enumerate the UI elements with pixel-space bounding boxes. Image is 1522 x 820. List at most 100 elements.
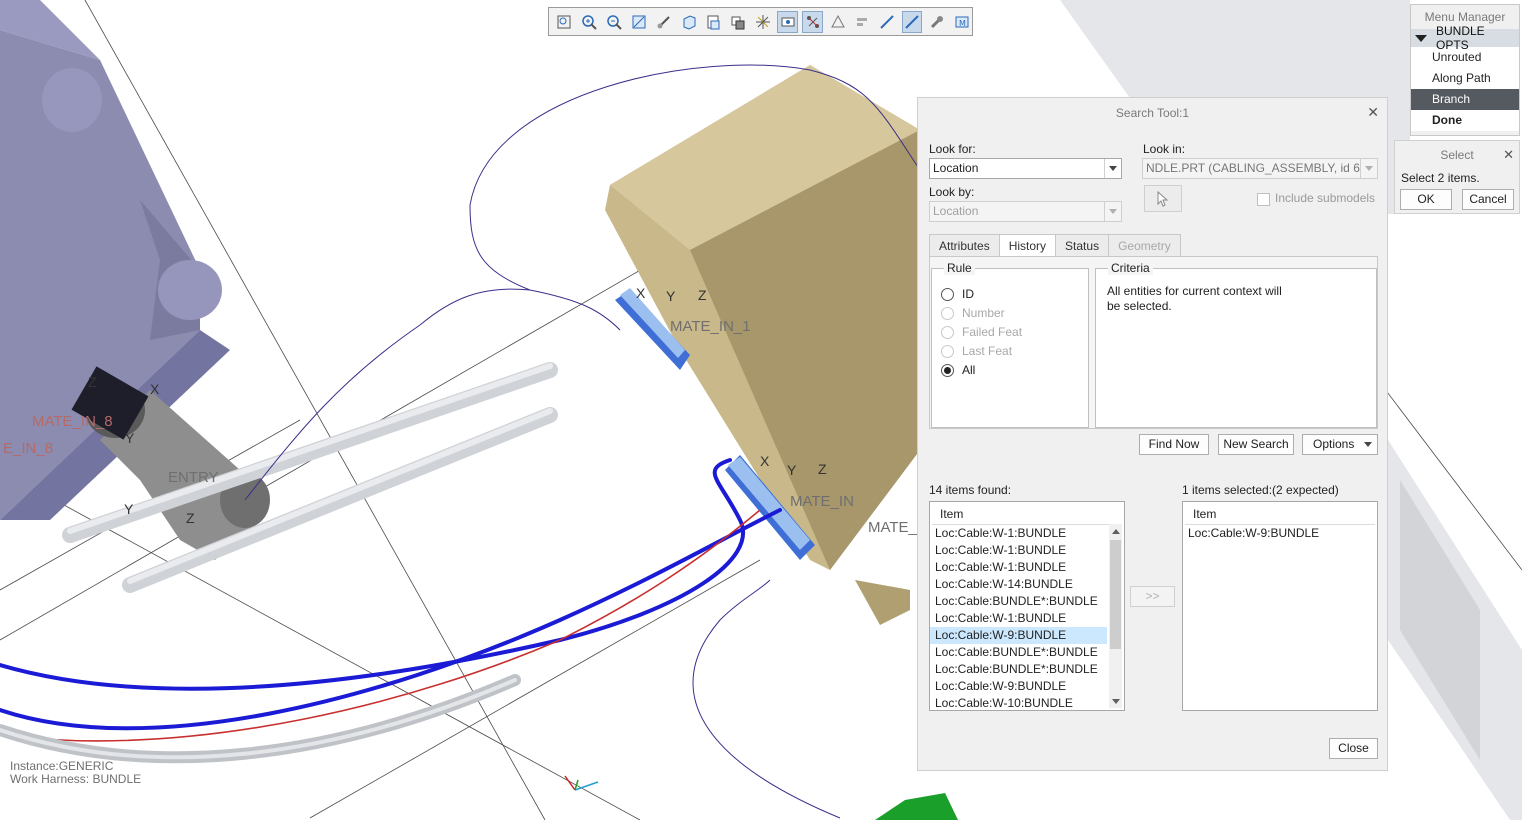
datum-display-button[interactable] xyxy=(753,11,774,33)
selected-items-list[interactable]: Item Loc:Cable:W-9:BUNDLE xyxy=(1182,501,1378,711)
csys-display-icon xyxy=(857,17,868,26)
tab-status[interactable]: Status xyxy=(1055,234,1110,257)
list-item[interactable]: Loc:Cable:W-9:BUNDLE xyxy=(930,627,1107,644)
list-item[interactable]: Loc:Cable:BUNDLE*:BUNDLE xyxy=(930,644,1107,661)
csys-display-button[interactable] xyxy=(852,11,873,33)
svg-text:M: M xyxy=(959,19,966,28)
refit-button[interactable] xyxy=(628,11,649,33)
list-item[interactable]: Loc:Cable:BUNDLE*:BUNDLE xyxy=(930,593,1107,610)
menu-item-along-path[interactable]: Along Path xyxy=(1411,68,1519,89)
look-in-label: Look in: xyxy=(1143,142,1186,156)
tab-history[interactable]: History xyxy=(998,234,1057,258)
list-item[interactable]: Loc:Cable:W-9:BUNDLE xyxy=(1183,525,1377,542)
annotation-display-button[interactable] xyxy=(802,10,824,33)
scroll-thumb[interactable] xyxy=(1110,540,1121,649)
list-item[interactable]: Loc:Cable:BUNDLE*:BUNDLE xyxy=(930,661,1107,678)
menu-item-branch[interactable]: Branch xyxy=(1411,89,1519,110)
include-submodels-checkbox[interactable] xyxy=(1257,193,1270,206)
zoom-in-icon xyxy=(582,14,597,30)
collapse-triangle-icon[interactable] xyxy=(1415,34,1427,42)
cancel-button[interactable]: Cancel xyxy=(1462,189,1514,210)
select-dialog: Select ✕ Select 2 items. OK Cancel xyxy=(1394,140,1520,214)
rule-id-radio[interactable]: ID xyxy=(941,285,974,303)
search-tool-dialog: Search Tool:1 ✕ Look for: Location Look … xyxy=(917,97,1388,771)
tab-attributes[interactable]: Attributes xyxy=(929,234,1000,257)
point-display-icon xyxy=(830,14,845,27)
list-item[interactable]: Loc:Cable:W-1:BUNDLE xyxy=(930,559,1107,576)
list-item[interactable]: Loc:Cable:W-1:BUNDLE xyxy=(930,525,1107,542)
chevron-down-icon[interactable] xyxy=(1104,159,1121,178)
cursor-arrow-icon xyxy=(1157,190,1169,207)
list-item[interactable]: Loc:Cable:W-14:BUNDLE xyxy=(930,576,1107,593)
annotation-display-icon xyxy=(806,15,819,28)
search-tool-title: Search Tool:1 xyxy=(1115,106,1190,120)
point-display-button[interactable] xyxy=(827,11,848,33)
tab-geometry[interactable]: Geometry xyxy=(1108,234,1181,257)
tan-housing xyxy=(605,65,920,625)
zoom-in-button[interactable] xyxy=(579,11,600,33)
close-button[interactable]: Close xyxy=(1329,738,1378,759)
repaint-icon xyxy=(657,15,670,28)
close-icon[interactable]: ✕ xyxy=(1367,104,1379,121)
display-style-button[interactable] xyxy=(728,11,749,33)
saved-views-button[interactable] xyxy=(703,11,724,33)
chevron-down-icon[interactable] xyxy=(1104,202,1121,221)
look-for-label: Look for: xyxy=(929,142,976,156)
plane-display-button[interactable] xyxy=(877,11,898,33)
curve-display-icon xyxy=(905,14,919,29)
look-in-value: NDLE.PRT (CABLING_ASSEMBLY, id 6375) xyxy=(1146,161,1378,175)
selected-item-header[interactable]: Item xyxy=(1185,504,1375,525)
rule-group: Rule ID Number Failed Feat Last Feat All xyxy=(931,261,1089,428)
curve-display-button[interactable] xyxy=(901,10,923,33)
rule-last-feat-radio[interactable]: Last Feat xyxy=(941,342,1012,360)
scroll-up-icon[interactable] xyxy=(1109,524,1122,538)
scroll-down-icon[interactable] xyxy=(1109,694,1122,708)
zoom-out-button[interactable] xyxy=(604,11,625,33)
found-rows: Loc:Cable:W-1:BUNDLE Loc:Cable:W-1:BUNDLE… xyxy=(930,525,1124,710)
rule-number-radio[interactable]: Number xyxy=(941,304,1005,322)
found-items-list[interactable]: Item Loc:Cable:W-1:BUNDLE Loc:Cable:W-1:B… xyxy=(929,501,1125,711)
find-now-button[interactable]: Find Now xyxy=(1139,434,1209,455)
close-icon[interactable]: ✕ xyxy=(1503,147,1514,163)
rule-failed-feat-radio[interactable]: Failed Feat xyxy=(941,323,1022,341)
items-found-label: 14 items found: xyxy=(929,483,1012,497)
list-item[interactable]: Loc:Cable:W-9:BUNDLE xyxy=(930,678,1107,695)
harness-display-button[interactable] xyxy=(926,11,947,33)
menu-manager: Menu Manager BUNDLE OPTS Unrouted Along … xyxy=(1410,4,1520,136)
csys3-x-label: X xyxy=(150,381,160,397)
pick-location-button[interactable] xyxy=(1144,185,1182,212)
list-item[interactable]: Loc:Cable:W-1:BUNDLE xyxy=(930,542,1107,559)
bundle-opts-header[interactable]: BUNDLE OPTS xyxy=(1411,24,1519,52)
rule-legend: Rule xyxy=(944,261,975,275)
new-search-button[interactable]: New Search xyxy=(1218,434,1294,455)
ok-button[interactable]: OK xyxy=(1400,189,1452,210)
look-in-select[interactable]: NDLE.PRT (CABLING_ASSEMBLY, id 6375) xyxy=(1142,158,1378,179)
graphics-toolbar: M xyxy=(548,7,973,36)
menu-item-done[interactable]: Done xyxy=(1411,110,1519,131)
criteria-text: All entities for current context will be… xyxy=(1107,284,1282,313)
found-item-header[interactable]: Item xyxy=(932,504,1122,525)
rule-all-radio[interactable]: All xyxy=(941,361,975,379)
repaint-button[interactable] xyxy=(653,11,674,33)
spin-center-button[interactable] xyxy=(777,10,799,33)
look-by-select[interactable]: Location xyxy=(929,201,1122,222)
axis-triad xyxy=(564,775,599,791)
selected-rows: Loc:Cable:W-9:BUNDLE xyxy=(1183,525,1377,542)
chevron-down-icon[interactable] xyxy=(1360,159,1377,178)
transfer-button[interactable]: >> xyxy=(1130,586,1175,607)
list-item[interactable]: Loc:Cable:W-1:BUNDLE xyxy=(930,610,1107,627)
zoom-window-button[interactable] xyxy=(554,11,575,33)
3d-notes-button[interactable]: M xyxy=(951,11,972,33)
csys4-z-label: Z xyxy=(186,510,195,526)
view-orientation-button[interactable] xyxy=(678,11,699,33)
csys-y-label: Y xyxy=(666,288,676,304)
options-button[interactable]: Options xyxy=(1302,434,1378,455)
mate-in-1-label: MATE_IN_1 xyxy=(670,318,751,335)
look-for-select[interactable]: Location xyxy=(929,158,1122,179)
mate-in-8-label: MATE_IN_8 xyxy=(32,413,113,430)
3d-notes-icon: M xyxy=(955,16,969,28)
csys2-x-label: X xyxy=(760,453,770,469)
list-item[interactable]: Loc:Cable:W-10:BUNDLE xyxy=(930,695,1107,710)
found-scrollbar[interactable] xyxy=(1109,524,1122,708)
look-by-label: Look by: xyxy=(929,185,975,199)
